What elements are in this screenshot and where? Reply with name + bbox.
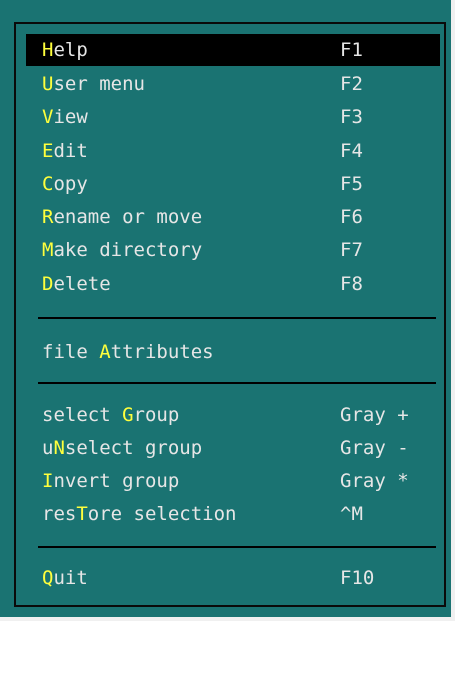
menu-item-label: Rename or move <box>42 206 203 228</box>
shortcut-key: F4 <box>340 140 363 162</box>
menu-item-invert-group[interactable]: Invert group Gray * <box>26 465 440 497</box>
shortcut-key: F3 <box>340 106 363 128</box>
shortcut-key: F1 <box>340 39 363 61</box>
menu-item-restore-selection[interactable]: resTore selection ^M <box>26 498 440 530</box>
menu-item-user-menu[interactable]: User menu F2 <box>26 68 440 100</box>
menu-item-delete[interactable]: Delete F8 <box>26 268 440 300</box>
hotkey-letter: U <box>42 73 54 95</box>
hotkey-letter: V <box>42 106 54 128</box>
files-menu-panel: Help F1 User menu F2 View F3 Edit F4 Cop… <box>0 0 455 621</box>
menu-item-select-group[interactable]: select Group Gray + <box>26 399 440 431</box>
menu-item-label: resTore selection <box>42 503 237 525</box>
shortcut-key: F6 <box>340 206 363 228</box>
hotkey-letter: R <box>42 206 54 228</box>
menu-item-label: Invert group <box>42 470 180 492</box>
hotkey-letter: T <box>76 503 88 525</box>
menu-item-label: Delete <box>42 273 111 295</box>
menu-item-label: User menu <box>42 73 145 95</box>
menu-item-rename-or-move[interactable]: Rename or move F6 <box>26 201 440 233</box>
hotkey-letter: M <box>42 239 54 261</box>
shortcut-key: Gray - <box>340 437 409 459</box>
hotkey-letter: D <box>42 273 54 295</box>
shortcut-key: Gray + <box>340 404 409 426</box>
menu-separator <box>38 382 436 384</box>
menu-item-edit[interactable]: Edit F4 <box>26 135 440 167</box>
hotkey-letter: A <box>99 341 111 363</box>
shortcut-key: ^M <box>340 503 363 525</box>
menu-item-label: Make directory <box>42 239 203 261</box>
shortcut-key: F8 <box>340 273 363 295</box>
menu-item-label: Quit <box>42 567 88 589</box>
shortcut-key: F10 <box>340 567 375 589</box>
shortcut-key: F7 <box>340 239 363 261</box>
menu-item-label: select Group <box>42 404 180 426</box>
menu-item-quit[interactable]: Quit F10 <box>26 562 440 594</box>
menu-item-label: View <box>42 106 88 128</box>
hotkey-letter: C <box>42 173 54 195</box>
hotkey-letter: E <box>42 140 54 162</box>
shortcut-key: F2 <box>340 73 363 95</box>
hotkey-letter: H <box>42 39 54 61</box>
menu-item-label: Edit <box>42 140 88 162</box>
menu-item-label: file Attributes <box>42 341 214 363</box>
menu-item-unselect-group[interactable]: uNselect group Gray - <box>26 432 440 464</box>
menu-item-label: Copy <box>42 173 88 195</box>
menu-item-label: uNselect group <box>42 437 203 459</box>
menu-item-view[interactable]: View F3 <box>26 101 440 133</box>
hotkey-letter: N <box>53 437 65 459</box>
menu-separator <box>38 546 436 548</box>
menu-item-help[interactable]: Help F1 <box>26 34 440 66</box>
shortcut-key: Gray * <box>340 470 409 492</box>
menu-item-copy[interactable]: Copy F5 <box>26 168 440 200</box>
hotkey-letter: I <box>42 470 54 492</box>
menu-separator <box>38 317 436 319</box>
menu-item-file-attributes[interactable]: file Attributes <box>26 336 440 368</box>
menu-item-make-directory[interactable]: Make directory F7 <box>26 234 440 266</box>
hotkey-letter: Q <box>42 567 54 589</box>
menu-item-label: Help <box>42 39 88 61</box>
hotkey-letter: G <box>122 404 134 426</box>
shortcut-key: F5 <box>340 173 363 195</box>
